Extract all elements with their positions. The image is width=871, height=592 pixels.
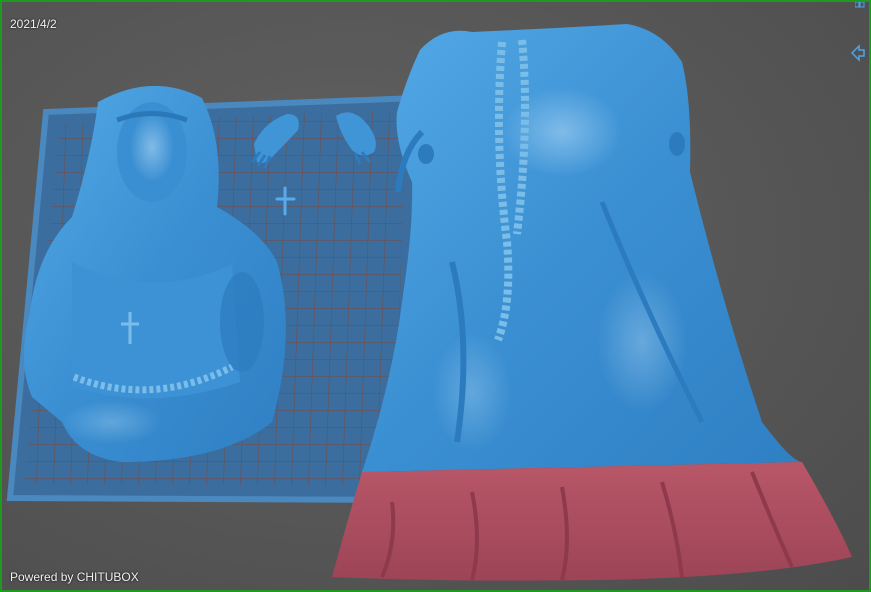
arrow-left-icon[interactable]: [851, 44, 865, 62]
3d-viewport[interactable]: 2021/4/2 Powered by CHITUBOX: [0, 0, 871, 592]
robe-model[interactable]: [332, 24, 852, 581]
corner-marker-icon: [855, 2, 865, 8]
scene-canvas[interactable]: [2, 2, 869, 590]
branding-label: Powered by CHITUBOX: [10, 570, 139, 584]
date-label: 2021/4/2: [10, 17, 57, 31]
